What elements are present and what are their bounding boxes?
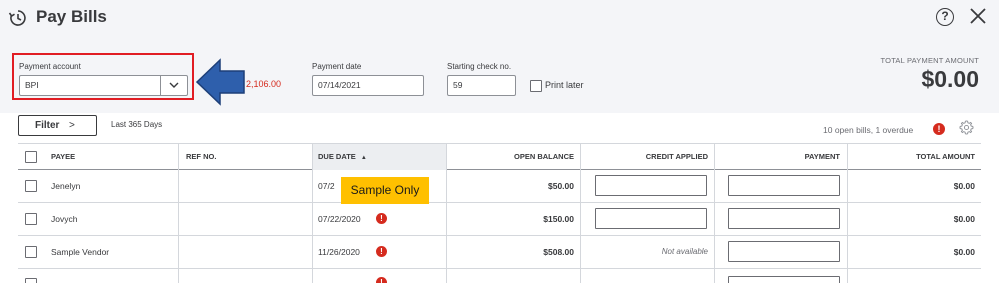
row-checkbox[interactable] xyxy=(25,246,37,258)
starting-check-input[interactable]: 59 xyxy=(447,75,516,96)
print-later-label: Print later xyxy=(545,80,584,90)
select-all-checkbox[interactable] xyxy=(25,151,37,163)
overdue-warning-icon: ! xyxy=(376,277,387,283)
print-later-checkbox[interactable] xyxy=(530,80,542,92)
table-header: PAYEE REF NO. DUE DATE ▲ OPEN BALANCE CR… xyxy=(18,143,981,170)
overdue-warning-icon: ! xyxy=(376,246,387,257)
row-due-date: 07/2 xyxy=(318,181,335,191)
row-total-amount: $0.00 xyxy=(953,214,975,224)
col-ref-no[interactable]: REF NO. xyxy=(186,144,216,170)
credit-applied-input[interactable] xyxy=(595,175,707,196)
row-payee: Jenelyn xyxy=(51,181,81,191)
row-payee: Sample Vendor xyxy=(51,247,110,257)
row-checkbox[interactable] xyxy=(25,213,37,225)
chevron-right-icon: > xyxy=(69,120,75,131)
row-checkbox[interactable] xyxy=(25,180,37,192)
filter-label: Filter xyxy=(35,120,60,131)
col-payee[interactable]: PAYEE xyxy=(51,144,75,170)
highlight-box xyxy=(12,53,194,100)
table-row[interactable]: Jenelyn 07/2 $50.00 $0.00 xyxy=(18,170,981,203)
payment-date-input[interactable]: 07/14/2021 xyxy=(312,75,424,96)
sample-only-badge: Sample Only xyxy=(341,177,429,204)
payment-input[interactable] xyxy=(728,208,840,229)
overdue-warning-icon: ! xyxy=(376,213,387,224)
row-checkbox[interactable] xyxy=(25,278,37,283)
row-open-balance: $50.00 xyxy=(548,181,574,191)
col-total-amount[interactable]: TOTAL AMOUNT xyxy=(846,144,975,170)
payment-input[interactable] xyxy=(728,175,840,196)
row-open-balance: $508.00 xyxy=(543,247,574,257)
row-total-amount: $0.00 xyxy=(953,247,975,257)
filter-button[interactable]: Filter > xyxy=(18,115,97,136)
payment-input[interactable] xyxy=(728,241,840,262)
col-open-balance[interactable]: OPEN BALANCE xyxy=(446,144,574,170)
row-due-date: 07/22/2020 xyxy=(318,214,361,224)
account-balance: 2,106.00 xyxy=(246,79,282,89)
open-bills-summary: 10 open bills, 1 overdue xyxy=(823,125,914,135)
col-payment[interactable]: PAYMENT xyxy=(714,144,840,170)
row-total-amount: $0.00 xyxy=(953,181,975,191)
annotation-arrow-icon xyxy=(196,58,245,106)
total-payment-label: TOTAL PAYMENT AMOUNT xyxy=(880,56,979,65)
payment-date-label: Payment date xyxy=(312,62,362,71)
col-credit-applied[interactable]: CREDIT APPLIED xyxy=(580,144,708,170)
sort-ascending-icon: ▲ xyxy=(360,155,367,161)
close-icon[interactable] xyxy=(968,6,988,26)
gear-icon[interactable] xyxy=(959,120,974,135)
row-open-balance: $150.00 xyxy=(543,214,574,224)
overdue-alert-icon: ! xyxy=(933,123,945,135)
credit-not-available: Not available xyxy=(661,247,708,256)
title-bar: Pay Bills ? xyxy=(0,0,999,40)
help-icon[interactable]: ? xyxy=(936,8,954,26)
row-payee: Jovych xyxy=(51,214,78,224)
table-row[interactable]: Jovych 07/22/2020 ! $150.00 $0.00 xyxy=(18,203,981,236)
col-due-date[interactable]: DUE DATE ▲ xyxy=(312,144,446,170)
starting-check-label: Starting check no. xyxy=(447,62,512,71)
clock-refresh-icon xyxy=(8,10,26,26)
payment-input[interactable] xyxy=(728,276,840,283)
row-due-date: 11/26/2020 xyxy=(318,247,360,257)
credit-applied-input[interactable] xyxy=(595,208,707,229)
table-row[interactable]: ! xyxy=(18,269,981,283)
col-due-date-label: DUE DATE xyxy=(318,152,356,161)
window-title: Pay Bills xyxy=(36,7,107,26)
table-row[interactable]: Sample Vendor 11/26/2020 ! $508.00 Not a… xyxy=(18,236,981,269)
total-payment-amount: $0.00 xyxy=(921,66,979,92)
date-range-text: Last 365 Days xyxy=(111,120,163,129)
